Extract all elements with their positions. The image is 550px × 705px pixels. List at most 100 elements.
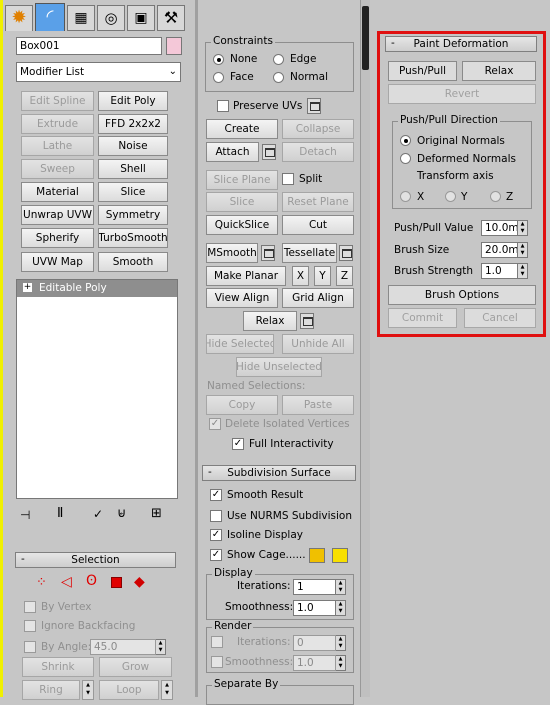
msmooth-button[interactable]: MSmooth <box>206 243 258 263</box>
render-smoothness-spinner[interactable]: 1.0 ▲ ▼ <box>293 655 346 671</box>
spinner-arrows-icon[interactable]: ▲ ▼ <box>336 655 346 671</box>
configure-sets-icon[interactable]: ⊞ <box>151 506 162 521</box>
axis-z-radio[interactable] <box>490 191 501 202</box>
push-pull-value-field[interactable]: 10.0mm <box>481 220 518 236</box>
element-mode-icon[interactable]: ◆ <box>134 574 145 590</box>
selection-rollout-header[interactable]: - Selection <box>15 552 176 568</box>
render-iterations-value[interactable]: 0 <box>293 635 336 651</box>
utilities-tab-icon[interactable]: ⚒ <box>157 5 185 31</box>
stack-item-editable-poly[interactable]: + Editable Poly <box>17 280 177 297</box>
vertex-mode-icon[interactable]: ⁘ <box>36 575 47 590</box>
shrink-button[interactable]: Shrink <box>22 657 94 677</box>
relax-settings-icon[interactable] <box>300 313 314 329</box>
preserve-uvs-checkbox[interactable] <box>217 100 229 112</box>
view-align-button[interactable]: View Align <box>206 288 278 308</box>
render-smoothness-value[interactable]: 1.0 <box>293 655 336 671</box>
edge-mode-icon[interactable]: ◁ <box>61 574 72 590</box>
unhide-all-button[interactable]: Unhide All <box>282 334 354 354</box>
sweep-button[interactable]: Sweep <box>21 159 94 179</box>
display-iterations-spinner[interactable]: 1 ▲ ▼ <box>293 579 346 595</box>
cut-button[interactable]: Cut <box>282 215 354 235</box>
use-nurms-checkbox[interactable] <box>210 510 222 522</box>
scrollbar-thumb[interactable] <box>362 6 369 70</box>
tessellate-button[interactable]: Tessellate <box>282 243 337 263</box>
paste-button[interactable]: Paste <box>282 395 354 415</box>
modifier-list-dropdown[interactable]: Modifier List ⌄ <box>16 62 181 82</box>
smooth-result-checkbox[interactable]: ✓ <box>210 489 222 501</box>
make-planar-button[interactable]: Make Planar <box>206 266 286 286</box>
full-interactivity-checkbox[interactable]: ✓ <box>232 438 244 450</box>
preserve-uvs-settings-icon[interactable] <box>307 98 321 114</box>
brush-size-spinner[interactable]: 20.0mm ▲▼ <box>481 242 528 258</box>
axis-y-radio[interactable] <box>445 191 456 202</box>
display-smoothness-spinner[interactable]: 1.0 ▲ ▼ <box>293 600 346 616</box>
planar-z-button[interactable]: Z <box>336 266 353 286</box>
hierarchy-tab-icon[interactable]: ▦ <box>67 5 95 31</box>
display-smoothness-value[interactable]: 1.0 <box>293 600 336 616</box>
push-pull-value-spinner[interactable]: 10.0mm ▲▼ <box>481 220 528 236</box>
reset-plane-button[interactable]: Reset Plane <box>282 192 354 212</box>
hide-unselected-button[interactable]: Hide Unselected <box>236 357 322 377</box>
paint-deformation-header[interactable]: - Paint Deformation <box>385 36 537 52</box>
loop-spinner-icon[interactable]: ▲ ▼ <box>161 680 173 700</box>
ring-spinner-icon[interactable]: ▲ ▼ <box>82 680 94 700</box>
constraint-normal-radio[interactable] <box>273 72 284 83</box>
attach-button[interactable]: Attach <box>206 142 259 162</box>
render-iterations-spinner[interactable]: 0 ▲ ▼ <box>293 635 346 651</box>
attach-settings-icon[interactable] <box>262 144 276 160</box>
pin-stack-icon[interactable]: ⊣ <box>20 508 30 522</box>
planar-y-button[interactable]: Y <box>314 266 331 286</box>
create-tab-icon[interactable]: ✹ <box>5 5 33 31</box>
deformed-normals-radio[interactable] <box>400 153 411 164</box>
by-vertex-checkbox[interactable] <box>24 601 36 613</box>
uvw-map-button[interactable]: UVW Map <box>21 252 94 272</box>
remove-modifier-icon[interactable]: ⊌ <box>117 506 127 521</box>
spinner-arrows-icon[interactable]: ▲ ▼ <box>336 579 346 595</box>
scrollbar[interactable] <box>360 0 370 697</box>
split-checkbox[interactable] <box>282 173 294 185</box>
planar-x-button[interactable]: X <box>292 266 309 286</box>
display-iterations-value[interactable]: 1 <box>293 579 336 595</box>
copy-button[interactable]: Copy <box>206 395 278 415</box>
spinner-arrows-icon[interactable]: ▲ ▼ <box>156 639 166 655</box>
spinner-arrows-icon[interactable]: ▲ ▼ <box>336 600 346 616</box>
edit-poly-button[interactable]: Edit Poly <box>98 91 168 111</box>
angle-spinner[interactable]: 45.0 ▲ ▼ <box>90 639 166 655</box>
spinner-arrows-icon[interactable]: ▲ ▼ <box>336 635 346 651</box>
msmooth-settings-icon[interactable] <box>261 245 275 261</box>
material-button[interactable]: Material <box>21 182 94 202</box>
extrude-button[interactable]: Extrude <box>21 114 94 134</box>
turbosmooth-button[interactable]: TurboSmooth <box>98 228 168 248</box>
collapse-button[interactable]: Collapse <box>282 119 354 139</box>
border-mode-icon[interactable]: ʘ <box>86 573 97 589</box>
delete-isolated-checkbox[interactable]: ✓ <box>209 418 221 430</box>
display-tab-icon[interactable]: ▣ <box>127 5 155 31</box>
cancel-button[interactable]: Cancel <box>464 308 536 328</box>
detach-button[interactable]: Detach <box>282 142 354 162</box>
spinner-arrows-icon[interactable]: ▲ ▼ <box>518 220 528 236</box>
hide-selected-button[interactable]: Hide Selected <box>206 334 274 354</box>
spinner-arrows-icon[interactable]: ▲ ▼ <box>518 242 528 258</box>
angle-value[interactable]: 45.0 <box>90 639 156 655</box>
brush-size-field[interactable]: 20.0mm <box>481 242 518 258</box>
cage-color-swatch-1[interactable] <box>309 548 325 563</box>
motion-tab-icon[interactable]: ◎ <box>97 5 125 31</box>
unwrap-uvw-button[interactable]: Unwrap UVW <box>21 205 94 225</box>
paint-relax-button[interactable]: Relax <box>462 61 536 81</box>
shell-button[interactable]: Shell <box>98 159 168 179</box>
quickslice-button[interactable]: QuickSlice <box>206 215 278 235</box>
revert-button[interactable]: Revert <box>388 84 536 104</box>
brush-options-button[interactable]: Brush Options <box>388 285 536 305</box>
cage-color-swatch-2[interactable] <box>332 548 348 563</box>
slice-button[interactable]: Slice <box>206 192 278 212</box>
slice-plane-button[interactable]: Slice Plane <box>206 170 278 190</box>
ring-button[interactable]: Ring <box>22 680 80 700</box>
original-normals-radio[interactable] <box>400 135 411 146</box>
polygon-mode-icon[interactable] <box>111 577 122 588</box>
grow-button[interactable]: Grow <box>99 657 172 677</box>
by-angle-checkbox[interactable] <box>24 641 36 653</box>
show-cage-checkbox[interactable]: ✓ <box>210 549 222 561</box>
subdivision-rollout-header[interactable]: - Subdivision Surface <box>202 465 356 481</box>
isoline-display-checkbox[interactable]: ✓ <box>210 529 222 541</box>
relax-button[interactable]: Relax <box>243 311 297 331</box>
